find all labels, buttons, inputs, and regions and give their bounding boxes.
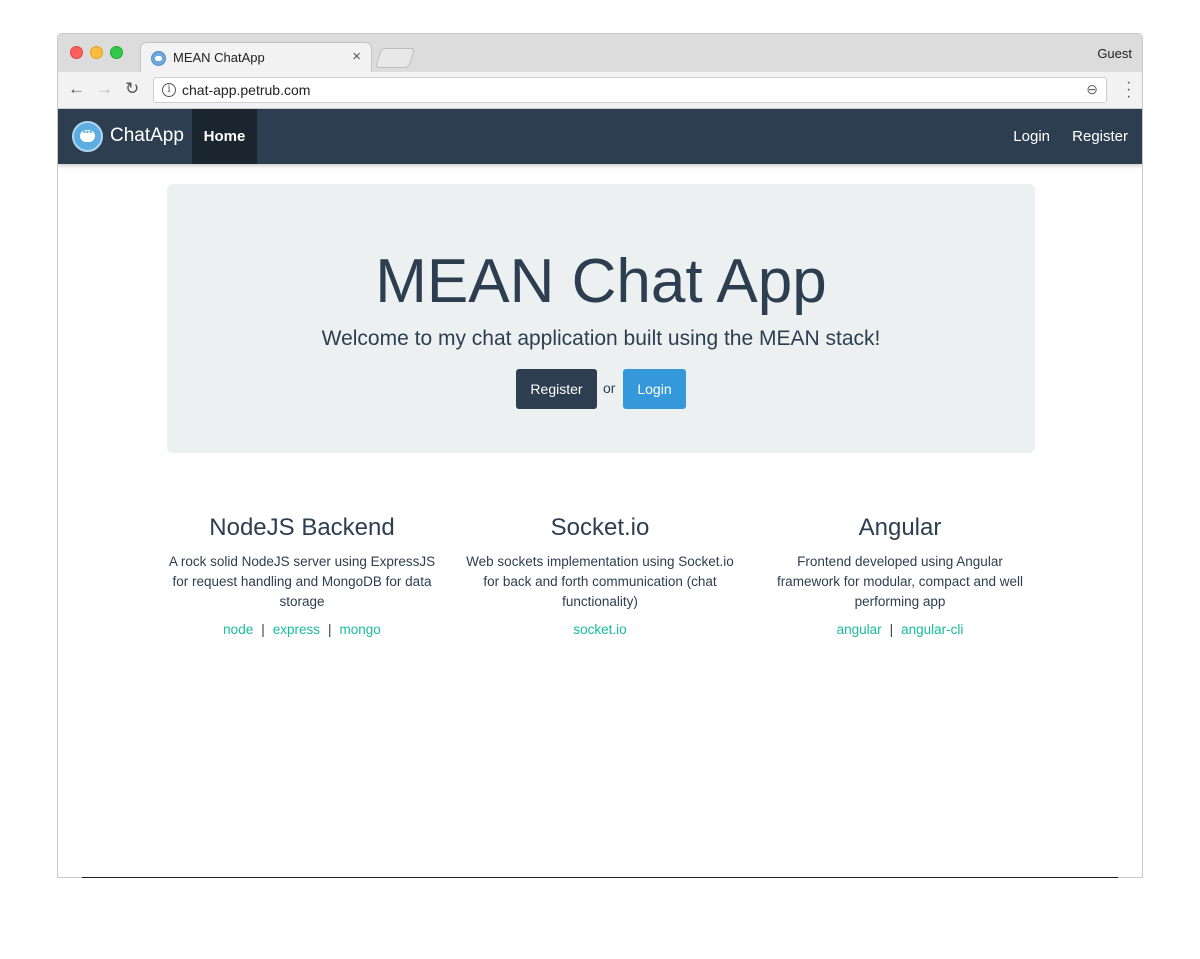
register-button[interactable]: Register — [516, 369, 597, 409]
feature-title: Socket.io — [550, 514, 650, 541]
maximize-window-icon[interactable] — [110, 46, 123, 59]
new-tab-button[interactable] — [374, 48, 416, 68]
link-separator: | — [328, 622, 332, 637]
browser-toolbar: ← → ↻ i chat-app.petrub.com ⊖ · · · — [58, 72, 1142, 109]
zoom-icon[interactable]: ⊖ — [1086, 81, 1098, 98]
chat-logo-icon[interactable]: ••• — [72, 121, 103, 152]
feature-title: NodeJS Backend — [209, 514, 395, 541]
forward-arrow-icon[interactable]: → — [96, 79, 113, 99]
nav-home[interactable]: Home — [192, 109, 257, 164]
link-node[interactable]: node — [223, 622, 253, 637]
info-icon[interactable]: i — [162, 83, 176, 97]
title-bar: MEAN ChatApp × Guest — [58, 34, 1142, 72]
close-window-icon[interactable] — [70, 46, 83, 59]
or-text: or — [603, 380, 616, 396]
feature-nodejs: NodeJS Backend A rock solid NodeJS serve… — [167, 514, 437, 637]
link-angular[interactable]: angular — [837, 622, 882, 637]
menu-icon[interactable]: · · · — [1126, 75, 1131, 105]
link-express[interactable]: express — [273, 622, 320, 637]
feature-socketio: Socket.io Web sockets implementation usi… — [465, 514, 735, 637]
minimize-window-icon[interactable] — [90, 46, 103, 59]
feature-description: A rock solid NodeJS server using Express… — [168, 554, 436, 609]
url-text[interactable]: chat-app.petrub.com — [182, 82, 310, 98]
tab-close-icon[interactable]: × — [352, 48, 361, 65]
link-mongo[interactable]: mongo — [340, 622, 381, 637]
back-arrow-icon[interactable]: ← — [68, 79, 85, 99]
link-angular-cli[interactable]: angular-cli — [901, 622, 963, 637]
feature-title: Angular — [858, 514, 942, 541]
divider-line — [82, 877, 1118, 878]
page-title: MEAN Chat App — [375, 247, 827, 316]
feature-links: socket.io — [465, 622, 735, 637]
nav-login[interactable]: Login — [1013, 109, 1050, 164]
feature-description: Web sockets implementation using Socket.… — [466, 554, 734, 609]
feature-description: Frontend developed using Angular framewo… — [776, 554, 1024, 609]
link-socketio[interactable]: socket.io — [573, 622, 626, 637]
nav-register[interactable]: Register — [1072, 109, 1128, 164]
feature-links: node | express | mongo — [167, 622, 437, 637]
chat-bubble-favicon-icon — [151, 51, 166, 66]
address-bar[interactable]: i chat-app.petrub.com ⊖ — [153, 77, 1107, 103]
app-navbar: ••• ChatApp Home Login Register — [58, 109, 1142, 164]
brand-link[interactable]: ChatApp — [110, 125, 184, 147]
link-separator: | — [889, 622, 894, 637]
welcome-text: Welcome to my chat application built usi… — [321, 327, 881, 350]
login-button[interactable]: Login — [623, 369, 686, 409]
jumbotron: MEAN Chat App Welcome to my chat applica… — [167, 184, 1035, 453]
profile-label[interactable]: Guest — [1097, 46, 1132, 61]
feature-angular: Angular Frontend developed using Angular… — [764, 514, 1036, 637]
link-separator: | — [261, 622, 265, 637]
feature-links: angular | angular-cli — [764, 622, 1036, 637]
chat-bubble-icon: ••• — [80, 128, 95, 142]
tab-title: MEAN ChatApp — [173, 50, 265, 65]
browser-tab[interactable]: MEAN ChatApp × — [140, 42, 372, 72]
browser-window: MEAN ChatApp × Guest ← → ↻ i chat-app.pe… — [57, 33, 1143, 878]
reload-icon[interactable]: ↻ — [125, 79, 139, 99]
